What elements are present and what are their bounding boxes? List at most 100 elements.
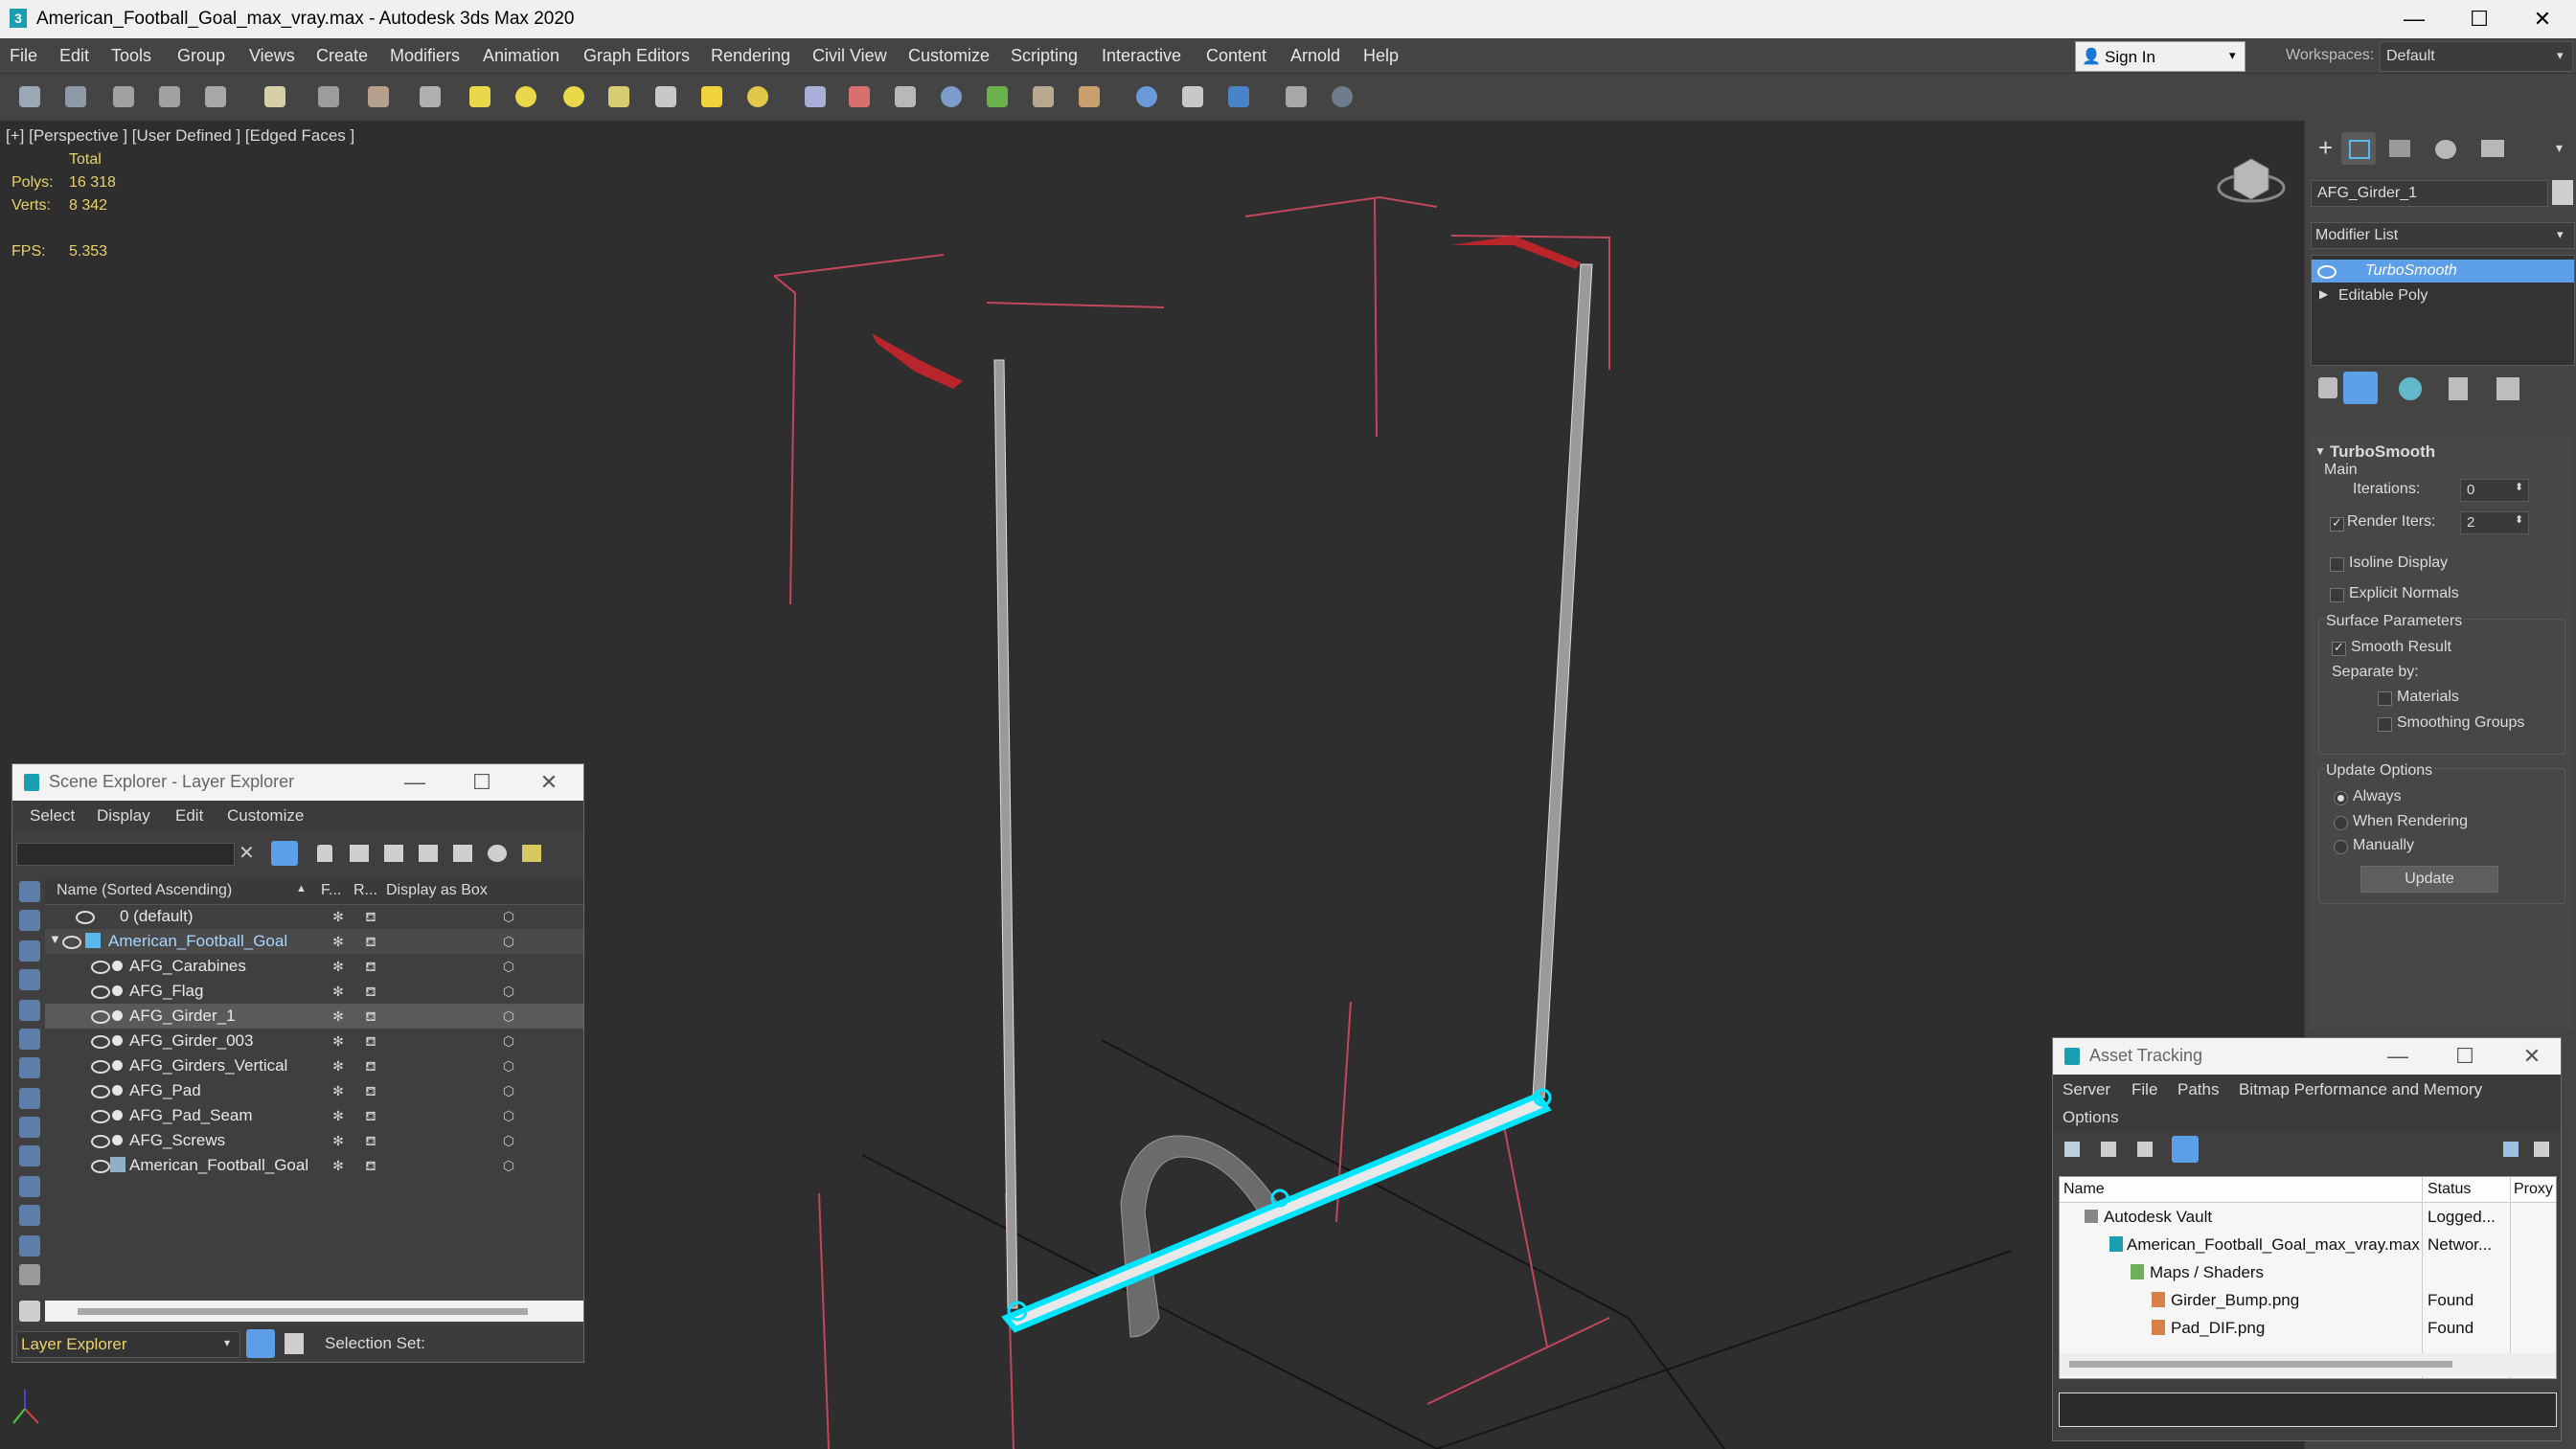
pin-stack-icon[interactable]	[2318, 377, 2337, 398]
left-upright[interactable]	[993, 359, 1018, 1309]
lock-icon[interactable]	[317, 845, 332, 862]
iterations-spinner[interactable]: 0 ⬍	[2460, 479, 2529, 502]
remove-modifier-icon[interactable]	[2449, 377, 2468, 400]
menu-customize[interactable]: Customize	[908, 46, 990, 66]
table-row[interactable]: Autodesk Vault Logged...	[2060, 1204, 2556, 1231]
display-groups-icon[interactable]	[19, 1057, 40, 1078]
render-teapot-icon[interactable]: ⛾	[363, 959, 378, 974]
freeze-icon[interactable]: ✻	[331, 984, 346, 999]
redo-icon[interactable]	[65, 86, 86, 107]
invert-display-icon[interactable]	[19, 1301, 40, 1322]
display-spacewarps-icon[interactable]	[19, 1029, 40, 1050]
col-proxy[interactable]: Proxy	[2514, 1181, 2553, 1198]
render-icon[interactable]	[1136, 86, 1157, 107]
display-geometry-icon[interactable]	[19, 881, 40, 902]
render-teapot-icon[interactable]: ⛾	[363, 934, 378, 949]
box-icon[interactable]: ⬡	[501, 959, 516, 974]
selection-filter-icon[interactable]	[264, 86, 285, 107]
freeze-icon[interactable]: ✻	[331, 934, 346, 949]
table-row[interactable]: Girder_Bump.png Found	[2060, 1287, 2556, 1314]
at-menu-paths[interactable]: Paths	[2177, 1080, 2219, 1099]
se-menu-display[interactable]: Display	[97, 806, 150, 826]
menu-modifiers[interactable]: Modifiers	[390, 46, 460, 66]
at-menu-file[interactable]: File	[2131, 1080, 2157, 1099]
right-upright[interactable]	[1532, 263, 1593, 1098]
filter-icon[interactable]	[271, 841, 298, 866]
select-object-icon[interactable]	[318, 86, 339, 107]
display-helpers-icon[interactable]	[19, 1000, 40, 1021]
render-teapot-icon[interactable]: ⛾	[363, 1083, 378, 1098]
display-xrefs-icon[interactable]	[19, 1088, 40, 1109]
list-view-icon[interactable]	[2101, 1142, 2116, 1157]
maximize-button[interactable]: ☐	[2451, 4, 2508, 34]
display-bones-icon[interactable]	[19, 1117, 40, 1138]
table-row[interactable]: Pad_DIF.png Found	[2060, 1315, 2556, 1342]
render-teapot-icon[interactable]: ⛾	[363, 984, 378, 999]
freeze-icon[interactable]: ✻	[331, 909, 346, 924]
col-name[interactable]: Name (Sorted Ascending)	[57, 882, 232, 899]
explorer-mode-dropdown[interactable]: Layer Explorer ▾	[16, 1331, 240, 1358]
box-icon[interactable]: ⬡	[501, 909, 516, 924]
hierarchy-toggle-icon[interactable]	[285, 1333, 304, 1354]
box-icon[interactable]: ⬡	[501, 1033, 516, 1049]
menu-animation[interactable]: Animation	[483, 46, 559, 66]
list-item[interactable]: AFG_Pad_Seam ✻ ⛾ ⬡	[45, 1103, 583, 1128]
menu-interactive[interactable]: Interactive	[1102, 46, 1181, 66]
display-none-icon[interactable]	[19, 1264, 40, 1285]
maximize-button[interactable]: ☐	[463, 768, 501, 797]
freeze-icon[interactable]: ✻	[331, 959, 346, 974]
display-lights-icon[interactable]	[19, 940, 40, 962]
motion-tab-icon[interactable]	[2435, 140, 2456, 159]
render-frame-icon[interactable]	[1079, 86, 1100, 107]
col-display-as-box[interactable]: Display as Box	[386, 882, 488, 899]
freeze-icon[interactable]: ✻	[331, 1083, 346, 1098]
se-menu-select[interactable]: Select	[30, 806, 75, 826]
menu-scripting[interactable]: Scripting	[1011, 46, 1078, 66]
horizontal-scrollbar[interactable]	[45, 1301, 583, 1322]
eye-icon[interactable]	[62, 936, 81, 949]
display-tab-icon[interactable]	[2481, 140, 2504, 157]
render-iters-checkbox[interactable]	[2330, 515, 2344, 532]
collapse-arrow-icon[interactable]: ▼	[2314, 444, 2326, 458]
box-icon[interactable]: ⬡	[501, 1158, 516, 1173]
minimize-button[interactable]: —	[396, 768, 434, 797]
stack-layers-icon[interactable]	[453, 845, 472, 862]
eye-icon[interactable]	[91, 1010, 110, 1024]
object-color-swatch[interactable]	[2552, 180, 2573, 205]
sort-ascending-icon[interactable]: ▲	[296, 883, 307, 894]
menu-graph-editors[interactable]: Graph Editors	[583, 46, 690, 66]
when-rendering-radio[interactable]	[2334, 816, 2348, 830]
create-cone-icon[interactable]	[655, 86, 676, 107]
eye-icon[interactable]	[91, 1060, 110, 1074]
create-light-icon[interactable]	[701, 86, 722, 107]
chevron-down-icon[interactable]: ▾	[2556, 140, 2563, 156]
eye-icon[interactable]	[91, 1160, 110, 1173]
object-name-field[interactable]: AFG_Girder_1	[2311, 180, 2548, 207]
minimize-button[interactable]: —	[2379, 1042, 2417, 1071]
close-button[interactable]: ✕	[2514, 4, 2571, 34]
menu-views[interactable]: Views	[249, 46, 295, 66]
menu-civil-view[interactable]: Civil View	[812, 46, 887, 66]
modify-tab[interactable]	[2341, 132, 2376, 165]
list-item[interactable]: AFG_Girders_Vertical ✻ ⛾ ⬡	[45, 1053, 583, 1078]
at-menu-server[interactable]: Server	[2063, 1080, 2110, 1099]
create-tab-icon[interactable]: +	[2318, 135, 2341, 160]
always-radio[interactable]	[2334, 791, 2348, 805]
settings-icon[interactable]	[2534, 1142, 2549, 1157]
tree-view-icon[interactable]	[2172, 1136, 2199, 1163]
col-name[interactable]: Name	[2063, 1181, 2105, 1198]
menu-help[interactable]: Help	[1363, 46, 1399, 66]
list-item[interactable]: AFG_Flag ✻ ⛾ ⬡	[45, 979, 583, 1004]
menu-rendering[interactable]: Rendering	[711, 46, 790, 66]
at-menu-options[interactable]: Options	[2063, 1108, 2119, 1127]
box-icon[interactable]: ⬡	[501, 1133, 516, 1148]
freeze-icon[interactable]: ✻	[331, 1158, 346, 1173]
scene-explorer-titlebar[interactable]: Scene Explorer - Layer Explorer — ☐ ✕	[12, 764, 583, 801]
link-icon[interactable]	[113, 86, 134, 107]
create-torus-icon[interactable]	[608, 86, 629, 107]
list-item[interactable]: AFG_Pad ✻ ⛾ ⬡	[45, 1078, 583, 1103]
menu-file[interactable]: File	[10, 46, 37, 66]
box-icon[interactable]: ⬡	[501, 1083, 516, 1098]
freeze-icon[interactable]: ✻	[331, 1133, 346, 1148]
rectangular-selection-icon[interactable]	[420, 86, 441, 107]
